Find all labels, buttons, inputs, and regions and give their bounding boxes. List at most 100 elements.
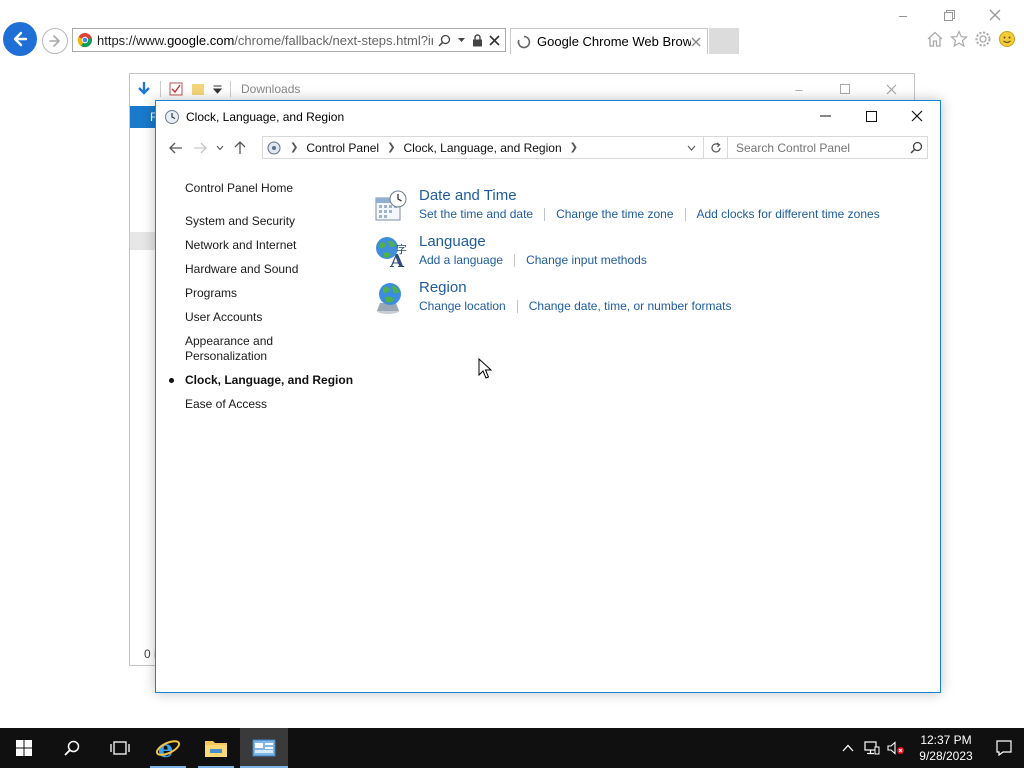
group-language: A 字 Language Add a language Change input… [374,233,934,279]
downloads-close-button[interactable] [868,78,914,100]
internet-explorer-taskbar-button[interactable]: e [144,728,192,768]
browser-address-bar[interactable]: https://www.google.com/chrome/fallback/n… [72,28,506,52]
window-title: Clock, Language, and Region [186,109,345,124]
change-time-zone-link[interactable]: Change the time zone [556,207,673,221]
new-folder-icon[interactable] [191,82,205,96]
region-heading[interactable]: Region [419,279,934,297]
customize-toolbar-chevron-icon[interactable] [213,85,222,94]
refresh-button[interactable] [703,137,727,158]
language-heading[interactable]: Language [419,233,934,251]
left-nav-pane: Control Panel Home System and Security N… [169,181,365,421]
control-panel-taskbar-button[interactable] [240,728,288,768]
windows-logo-icon [16,740,32,756]
volume-muted-icon [887,741,904,755]
nav-programs[interactable]: Programs [185,286,365,301]
chevron-down-icon[interactable] [457,36,466,44]
properties-icon[interactable] [169,82,183,96]
nav-network-and-internet[interactable]: Network and Internet [185,238,365,253]
system-tray: 12:37 PM 9/28/2023 [836,728,1024,768]
favorites-star-icon[interactable] [950,30,968,48]
globe-region-icon [377,283,401,314]
main-content: Date and Time Set the time and date Chan… [374,187,934,325]
search-icon [64,740,80,756]
control-panel-home-link[interactable]: Control Panel Home [185,181,365,195]
smiley-feedback-icon[interactable] [998,30,1016,48]
group-date-and-time: Date and Time Set the time and date Chan… [374,187,934,233]
search-input[interactable] [728,137,905,158]
nav-user-accounts[interactable]: User Accounts [185,310,365,325]
volume-icon[interactable] [884,741,908,755]
address-history-dropdown[interactable] [681,137,701,158]
add-clocks-link[interactable]: Add clocks for different time zones [697,207,880,221]
mouse-cursor-icon [478,358,492,379]
notification-icon [996,740,1012,756]
downloads-minimize-button[interactable]: – [776,78,822,100]
minimize-button[interactable] [802,101,848,131]
start-button[interactable] [0,728,48,768]
nav-appearance-and-personalization[interactable]: Appearance and Personalization [185,334,295,364]
settings-gear-icon[interactable] [974,30,992,48]
forward-button[interactable] [188,136,212,160]
action-center-button[interactable] [984,728,1024,768]
url-path: /chrome/fallback/next-steps.html?inst: [234,32,433,48]
control-panel-window: Clock, Language, and Region ❯ Control Pa… [155,100,941,693]
add-language-link[interactable]: Add a language [419,253,503,267]
search-icon[interactable] [438,34,451,47]
address-bar[interactable]: ❯ Control Panel ❯ Clock, Language, and R… [262,136,728,159]
browser-window-controls: – [880,4,1018,26]
nav-hardware-and-sound[interactable]: Hardware and Sound [185,262,365,277]
recent-locations-button[interactable] [212,136,228,160]
breadcrumb-clock-language-region[interactable]: Clock, Language, and Region [404,141,562,155]
browser-tab-title: Google Chrome Web Brows... [537,34,691,49]
home-icon[interactable] [926,30,944,48]
google-favicon-icon [77,33,92,48]
nav-pane-selection [130,232,156,250]
change-location-link[interactable]: Change location [419,299,506,313]
close-button[interactable] [972,4,1018,26]
taskbar-clock[interactable]: 12:37 PM 9/28/2023 [908,732,984,764]
search-box[interactable] [727,136,928,159]
link-divider [516,299,518,313]
minimize-icon [819,115,831,117]
nav-ease-of-access[interactable]: Ease of Access [185,397,365,412]
change-formats-link[interactable]: Change date, time, or number formats [529,299,732,313]
browser-tab[interactable]: Google Chrome Web Brows... [510,28,708,54]
browser-forward-button[interactable] [42,28,68,54]
show-hidden-icons-button[interactable] [836,744,860,752]
restore-button[interactable] [926,4,972,26]
browser-back-button[interactable] [3,22,37,56]
url-prefix: https://www. [97,32,168,48]
breadcrumb-control-panel[interactable]: Control Panel [306,141,379,155]
new-tab-button[interactable] [709,28,739,54]
svg-text:字: 字 [396,242,407,256]
back-button[interactable] [164,136,188,160]
link-divider [514,253,516,267]
language-links: Add a language Change input methods [419,253,934,267]
task-view-button[interactable] [96,728,144,768]
file-explorer-taskbar-button[interactable] [192,728,240,768]
chevron-down-icon [216,145,224,151]
maximize-button[interactable] [848,101,894,131]
lock-icon[interactable] [472,33,483,47]
close-icon[interactable] [489,34,500,46]
globe-language-icon: A 字 [376,237,407,269]
date-and-time-heading[interactable]: Date and Time [419,187,934,205]
search-icon[interactable] [905,141,927,154]
nav-clock-language-and-region[interactable]: Clock, Language, and Region [169,373,365,388]
downloads-maximize-button[interactable] [822,78,868,100]
downloads-title: Downloads [241,82,301,96]
date-and-time-links: Set the time and date Change the time zo… [419,207,934,221]
link-divider [684,207,686,221]
minimize-button[interactable]: – [880,4,926,26]
set-time-and-date-link[interactable]: Set the time and date [419,207,533,221]
change-input-methods-link[interactable]: Change input methods [526,253,647,267]
search-button[interactable] [48,728,96,768]
network-icon[interactable] [860,741,884,755]
chevron-up-icon [842,744,854,752]
quick-access-toolbar [136,81,231,97]
close-button[interactable] [894,101,940,131]
up-button[interactable] [228,136,252,160]
breadcrumb-separator: ❯ [290,142,299,153]
tab-close-icon[interactable] [691,37,701,47]
nav-system-and-security[interactable]: System and Security [185,214,365,229]
